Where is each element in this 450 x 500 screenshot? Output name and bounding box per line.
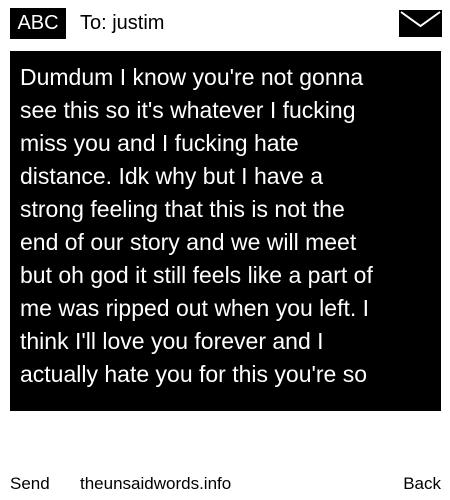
envelope-icon-graphic — [399, 10, 442, 37]
back-button[interactable]: Back — [403, 472, 441, 496]
message-body[interactable]: Dumdum I know you're not gonna see this … — [10, 51, 441, 411]
envelope-icon[interactable] — [399, 10, 442, 37]
message-header: ABC To: justim — [0, 0, 450, 45]
send-button[interactable]: Send — [10, 472, 50, 496]
message-text: Dumdum I know you're not gonna see this … — [20, 64, 373, 387]
recipient-label: To: justim — [80, 12, 165, 34]
input-mode-badge[interactable]: ABC — [10, 8, 66, 39]
site-link[interactable]: theunsaidwords.info — [80, 472, 231, 496]
